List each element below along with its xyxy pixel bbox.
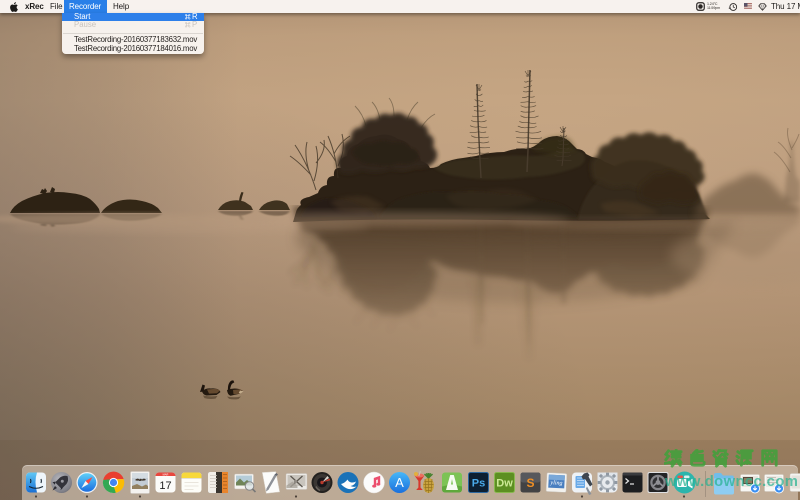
- svg-text:yling: yling: [549, 480, 562, 487]
- svg-text:Dw: Dw: [496, 478, 513, 490]
- svg-text:17: 17: [159, 480, 171, 492]
- svg-text:S: S: [526, 476, 534, 490]
- svg-text:Ps: Ps: [472, 478, 485, 490]
- svg-text:A: A: [395, 475, 404, 490]
- svg-text:MAR: MAR: [163, 472, 169, 476]
